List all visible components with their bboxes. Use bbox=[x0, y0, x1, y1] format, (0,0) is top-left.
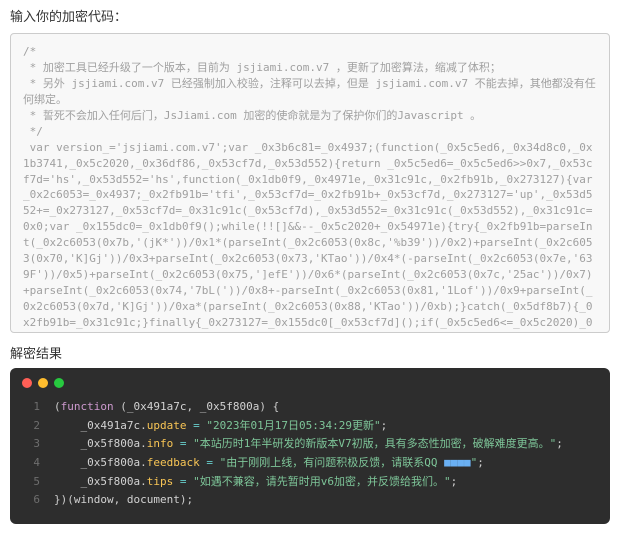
decrypted-code-block: 1(function (_0x491a7c, _0x5f800a) {2 _0x… bbox=[10, 368, 610, 524]
code-line: 5 _0x5f800a.tips = "如遇不兼容，请先暂时用v6加密，并反馈给… bbox=[22, 473, 598, 492]
line-content: _0x491a7c.update = "2023年01月17日05:34:29更… bbox=[54, 417, 387, 436]
line-number: 6 bbox=[22, 491, 40, 510]
line-content: })(window, document); bbox=[54, 491, 193, 510]
encrypted-code-input[interactable]: /* * 加密工具已经升级了一个版本，目前为 jsjiami.com.v7 ，更… bbox=[10, 33, 610, 333]
line-number: 2 bbox=[22, 417, 40, 436]
input-label: 输入你的加密代码： bbox=[0, 0, 620, 29]
line-number: 3 bbox=[22, 435, 40, 454]
code-line: 6 })(window, document); bbox=[22, 491, 598, 510]
maximize-dot-icon bbox=[54, 378, 64, 388]
window-controls bbox=[10, 368, 610, 394]
encrypted-code-text: /* * 加密工具已经升级了一个版本，目前为 jsjiami.com.v7 ，更… bbox=[23, 44, 597, 333]
line-content: _0x5f800a.info = "本站历时1年半研发的新版本V7初版，具有多态… bbox=[54, 435, 563, 454]
line-number: 1 bbox=[22, 398, 40, 417]
minimize-dot-icon bbox=[38, 378, 48, 388]
code-line: 2 _0x491a7c.update = "2023年01月17日05:34:2… bbox=[22, 417, 598, 436]
code-lines: 1(function (_0x491a7c, _0x5f800a) {2 _0x… bbox=[10, 394, 610, 524]
line-content: _0x5f800a.tips = "如遇不兼容，请先暂时用v6加密，并反馈给我们… bbox=[54, 473, 457, 492]
code-line: 4 _0x5f800a.feedback = "由于刚刚上线，有问题积极反馈，请… bbox=[22, 454, 598, 473]
line-number: 4 bbox=[22, 454, 40, 473]
code-line: 3 _0x5f800a.info = "本站历时1年半研发的新版本V7初版，具有… bbox=[22, 435, 598, 454]
line-content: _0x5f800a.feedback = "由于刚刚上线，有问题积极反馈，请联系… bbox=[54, 454, 484, 473]
code-line: 1 (function (_0x491a7c, _0x5f800a) { bbox=[22, 398, 598, 417]
line-number: 5 bbox=[22, 473, 40, 492]
result-label: 解密结果 bbox=[0, 341, 620, 368]
line-content: (function (_0x491a7c, _0x5f800a) { bbox=[54, 398, 279, 417]
close-dot-icon bbox=[22, 378, 32, 388]
